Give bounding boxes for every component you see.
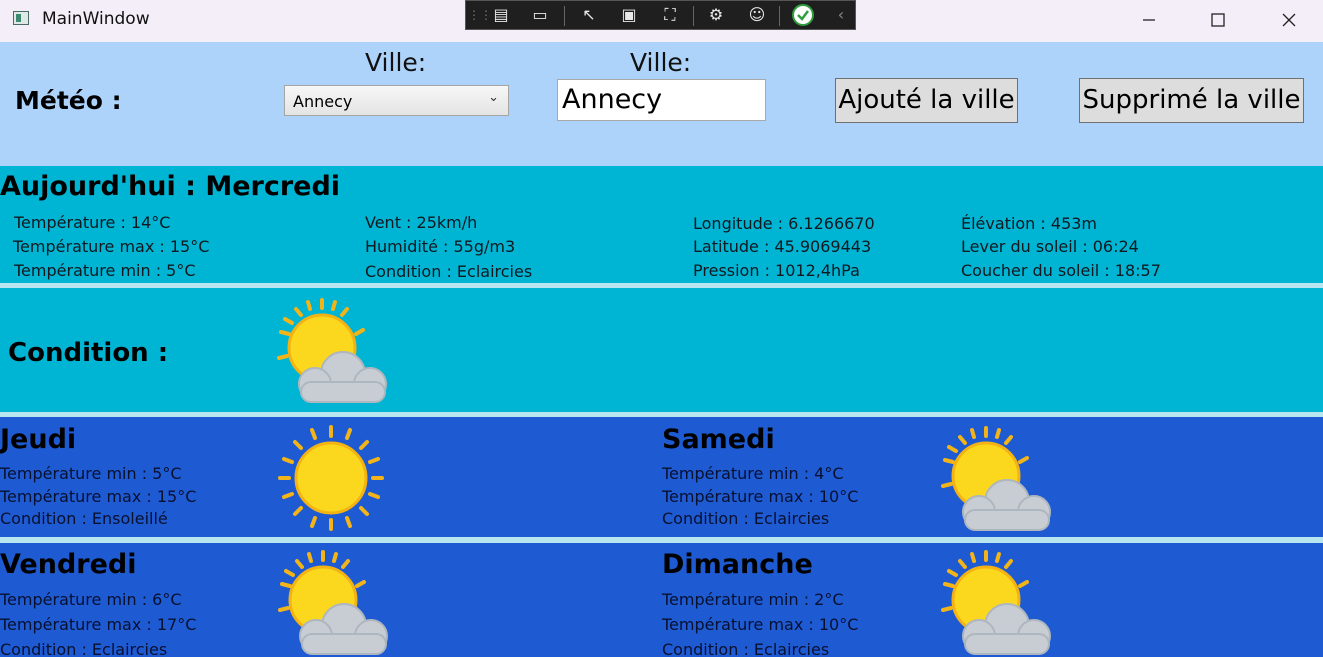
city-input[interactable]: Annecy xyxy=(557,79,766,121)
video-camera-icon[interactable]: ▭ xyxy=(528,4,552,26)
sun-cloud-icon xyxy=(941,426,1051,531)
today-temp-min: Température min : 5°C xyxy=(14,261,196,280)
sun-cloud-icon xyxy=(277,298,387,403)
layout-adorner-icon[interactable]: ▣ xyxy=(617,4,641,26)
minimize-button[interactable] xyxy=(1120,0,1178,40)
maximize-button[interactable] xyxy=(1189,0,1247,40)
track-focus-icon[interactable]: ⛶ xyxy=(658,4,682,26)
today-wind: Vent : 25km/h xyxy=(365,213,478,232)
today-latitude: Latitude : 45.9069443 xyxy=(693,237,872,256)
today-elevation: Élévation : 453m xyxy=(961,214,1098,233)
forecast-condition: Condition : Ensoleillé xyxy=(0,509,168,528)
city-input-label: Ville: xyxy=(630,48,692,77)
pointer-select-icon[interactable]: ↖ xyxy=(577,4,601,26)
sun-cloud-icon xyxy=(278,550,388,655)
today-longitude: Longitude : 6.1266670 xyxy=(693,214,875,233)
today-sunrise: Lever du soleil : 06:24 xyxy=(961,237,1139,256)
today-title: Aujourd'hui : Mercredi xyxy=(0,171,341,202)
today-temperature: Température : 14°C xyxy=(14,213,171,232)
forecast-day-title: Dimanche xyxy=(662,549,813,580)
forecast-temp-min: Température min : 5°C xyxy=(0,464,182,483)
window-title: MainWindow xyxy=(42,9,150,29)
forecast-temp-max: Température max : 17°C xyxy=(0,615,197,634)
forecast-temp-max: Température max : 10°C xyxy=(662,615,859,634)
check-status-icon[interactable] xyxy=(791,4,815,26)
city-select[interactable]: Annecy ⌄ xyxy=(284,85,509,116)
forecast-temp-min: Température min : 6°C xyxy=(0,590,182,609)
remove-city-button[interactable]: Supprimé la ville xyxy=(1079,78,1304,123)
forecast-condition: Condition : Eclaircies xyxy=(662,640,830,659)
today-sunset: Coucher du soleil : 18:57 xyxy=(961,261,1161,280)
maximize-icon xyxy=(1211,13,1225,27)
hot-reload-icon[interactable]: ⚙ xyxy=(704,4,728,26)
today-temp-max: Température max : 15°C xyxy=(13,237,210,256)
forecast-day-title: Jeudi xyxy=(0,424,77,455)
select-element-icon[interactable]: ▤ xyxy=(489,4,513,26)
forecast-day-title: Vendredi xyxy=(0,549,137,580)
sun-cloud-icon xyxy=(941,550,1051,655)
today-pressure: Pression : 1012,4hPa xyxy=(693,261,860,280)
city-select-label: Ville: xyxy=(365,48,427,77)
chevron-down-icon: ⌄ xyxy=(488,90,499,105)
today-humidity: Humidité : 55g/m3 xyxy=(365,237,516,256)
city-select-value: Annecy xyxy=(293,92,353,111)
app-icon xyxy=(13,11,29,25)
close-icon xyxy=(1282,13,1296,27)
forecast-temp-max: Température max : 15°C xyxy=(0,487,197,506)
forecast-temp-min: Température min : 4°C xyxy=(662,464,844,483)
forecast-temp-min: Température min : 2°C xyxy=(662,590,844,609)
forecast-condition: Condition : Eclaircies xyxy=(662,509,830,528)
forecast-temp-max: Température max : 10°C xyxy=(662,487,859,506)
meteo-label: Météo : xyxy=(15,86,122,115)
debug-toolbar: ⋮⋮ ▤ ▭ ↖ ▣ ⛶ ⚙ ☺ ‹ xyxy=(465,0,856,30)
condition-panel xyxy=(0,288,1323,412)
today-condition: Condition : Eclaircies xyxy=(365,262,533,281)
condition-label: Condition : xyxy=(8,338,169,368)
minimize-icon xyxy=(1143,19,1155,21)
close-button[interactable] xyxy=(1260,0,1318,40)
sun-icon xyxy=(278,425,384,531)
accessibility-icon[interactable]: ☺ xyxy=(745,4,769,26)
add-city-button[interactable]: Ajouté la ville xyxy=(835,78,1018,123)
collapse-toolbar-icon[interactable]: ‹ xyxy=(829,4,853,26)
forecast-condition: Condition : Eclaircies xyxy=(0,640,168,659)
forecast-day-title: Samedi xyxy=(662,424,775,455)
